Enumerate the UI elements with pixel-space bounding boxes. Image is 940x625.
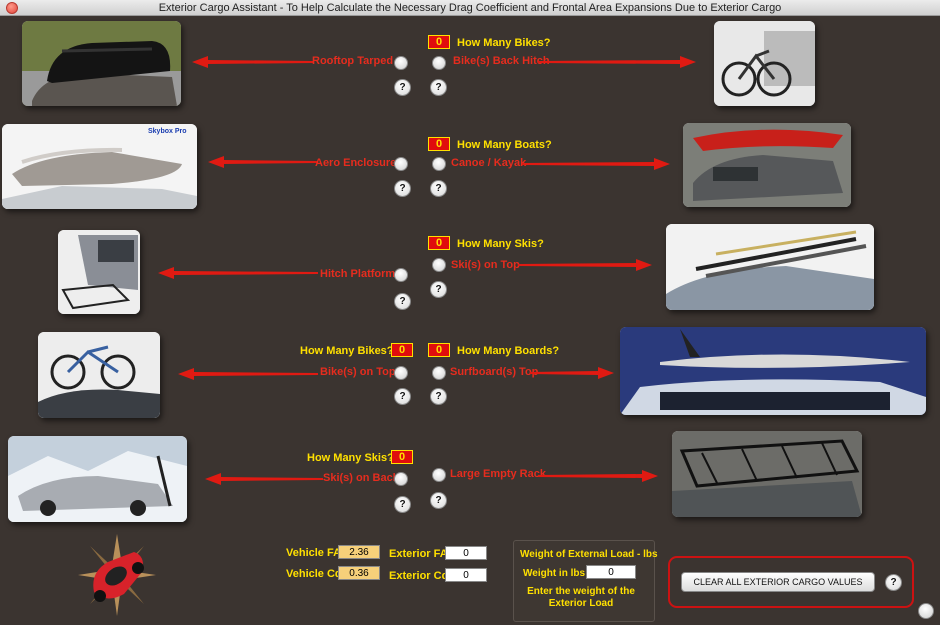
radio-large-empty-rack[interactable] <box>432 468 446 482</box>
arrow-left-hitch-platform <box>158 267 318 279</box>
help-icon[interactable]: ? <box>430 492 447 509</box>
arrow-right-surfboards <box>530 367 614 379</box>
arrow-right-canoe <box>522 158 670 170</box>
weight-field-label: Weight in lbs <box>523 568 586 579</box>
arrow-right-skis-top <box>518 259 652 271</box>
count-skis-top[interactable]: 0 <box>428 236 450 250</box>
label-aero-enclosure: Aero Enclosure <box>315 157 397 169</box>
help-icon[interactable]: ? <box>430 388 447 405</box>
help-icon[interactable]: ? <box>394 79 411 96</box>
radio-bikes-back-hitch[interactable] <box>432 56 446 70</box>
label-skis-on-back: Ski(s) on Back <box>323 472 399 484</box>
photo-rooftop-tarped <box>22 21 181 106</box>
photo-skybox-caption: Skybox Pro <box>148 128 187 135</box>
label-rooftop-tarped: Rooftop Tarped <box>312 55 394 67</box>
photo-bikes-on-top <box>38 332 160 418</box>
help-icon[interactable]: ? <box>430 180 447 197</box>
label-hitch-platform: Hitch Platform <box>320 268 396 280</box>
vehicle-cd-label: Vehicle Cd <box>286 568 342 580</box>
arrow-left-aero <box>208 156 318 168</box>
resize-handle[interactable] <box>918 603 934 619</box>
radio-aero-enclosure[interactable] <box>394 157 408 171</box>
label-surfboards-top: Surfboard(s) Top <box>450 366 539 378</box>
help-icon[interactable]: ? <box>394 180 411 197</box>
weight-panel-title: Weight of External Load - lbs <box>520 549 658 560</box>
clear-all-button[interactable]: CLEAR ALL EXTERIOR CARGO VALUES <box>681 572 875 592</box>
count-bikes-hitch[interactable]: 0 <box>428 35 450 49</box>
radio-bikes-on-top[interactable] <box>394 366 408 380</box>
question-skis-back: How Many Skis? <box>307 452 394 464</box>
weight-field[interactable]: 0 <box>586 565 636 579</box>
radio-skis-on-top[interactable] <box>432 258 446 272</box>
radio-rooftop-tarped[interactable] <box>394 56 408 70</box>
help-icon[interactable]: ? <box>430 281 447 298</box>
photo-surfboards-top <box>620 327 926 415</box>
count-skis-back[interactable]: 0 <box>391 450 413 464</box>
count-bikes-top[interactable]: 0 <box>391 343 413 357</box>
label-skis-on-top: Ski(s) on Top <box>451 259 520 271</box>
help-icon[interactable]: ? <box>394 293 411 310</box>
arrow-right-bikes-hitch <box>538 56 696 68</box>
exterior-cd-field[interactable]: 0 <box>445 568 487 582</box>
photo-canoe-kayak <box>683 123 851 207</box>
compass-car-logo <box>76 532 158 618</box>
label-bikes-back-hitch: Bike(s) Back Hitch <box>453 55 550 67</box>
label-canoe-kayak: Canoe / Kayak <box>451 157 527 169</box>
count-boards[interactable]: 0 <box>428 343 450 357</box>
window-titlebar: Exterior Cargo Assistant - To Help Calcu… <box>0 0 940 16</box>
photo-hitch-platform <box>58 230 140 314</box>
weight-instruction: Enter the weight of the Exterior Load <box>527 586 635 609</box>
vehicle-fa-label: Vehicle FA <box>286 547 342 559</box>
help-icon[interactable]: ? <box>394 388 411 405</box>
vehicle-cd-value: 0.36 <box>338 566 380 580</box>
help-icon[interactable]: ? <box>430 79 447 96</box>
exterior-fa-label: Exterior FA <box>389 548 448 560</box>
vehicle-fa-value: 2.36 <box>338 545 380 559</box>
help-icon[interactable]: ? <box>394 496 411 513</box>
radio-canoe-kayak[interactable] <box>432 157 446 171</box>
arrow-right-empty-rack <box>538 470 658 482</box>
exterior-cd-label: Exterior Cd <box>389 570 449 582</box>
help-icon[interactable]: ? <box>885 574 902 591</box>
question-boats: How Many Boats? <box>457 139 552 151</box>
photo-large-empty-rack <box>672 431 862 517</box>
arrow-left-rooftop <box>192 56 314 68</box>
question-boards: How Many Boards? <box>457 345 560 357</box>
window-title: Exterior Cargo Assistant - To Help Calcu… <box>158 2 782 14</box>
window-close-button[interactable] <box>6 2 18 14</box>
label-large-empty-rack: Large Empty Rack <box>450 468 546 480</box>
question-skis-top: How Many Skis? <box>457 238 544 250</box>
question-bikes-hitch: How Many Bikes? <box>457 37 551 49</box>
question-bikes-top: How Many Bikes? <box>300 345 394 357</box>
photo-skis-on-top <box>666 224 874 310</box>
photo-skis-on-back <box>8 436 187 522</box>
exterior-fa-field[interactable]: 0 <box>445 546 487 560</box>
photo-aero-enclosure: Skybox Pro <box>2 124 197 209</box>
photo-bikes-back-hitch <box>714 21 815 106</box>
radio-surfboards-top[interactable] <box>432 366 446 380</box>
count-boats[interactable]: 0 <box>428 137 450 151</box>
arrow-left-skis-back <box>205 473 323 485</box>
radio-hitch-platform[interactable] <box>394 268 408 282</box>
arrow-left-bikes-top <box>178 368 318 380</box>
radio-skis-on-back[interactable] <box>394 472 408 486</box>
label-bikes-on-top: Bike(s) on Top <box>320 366 396 378</box>
